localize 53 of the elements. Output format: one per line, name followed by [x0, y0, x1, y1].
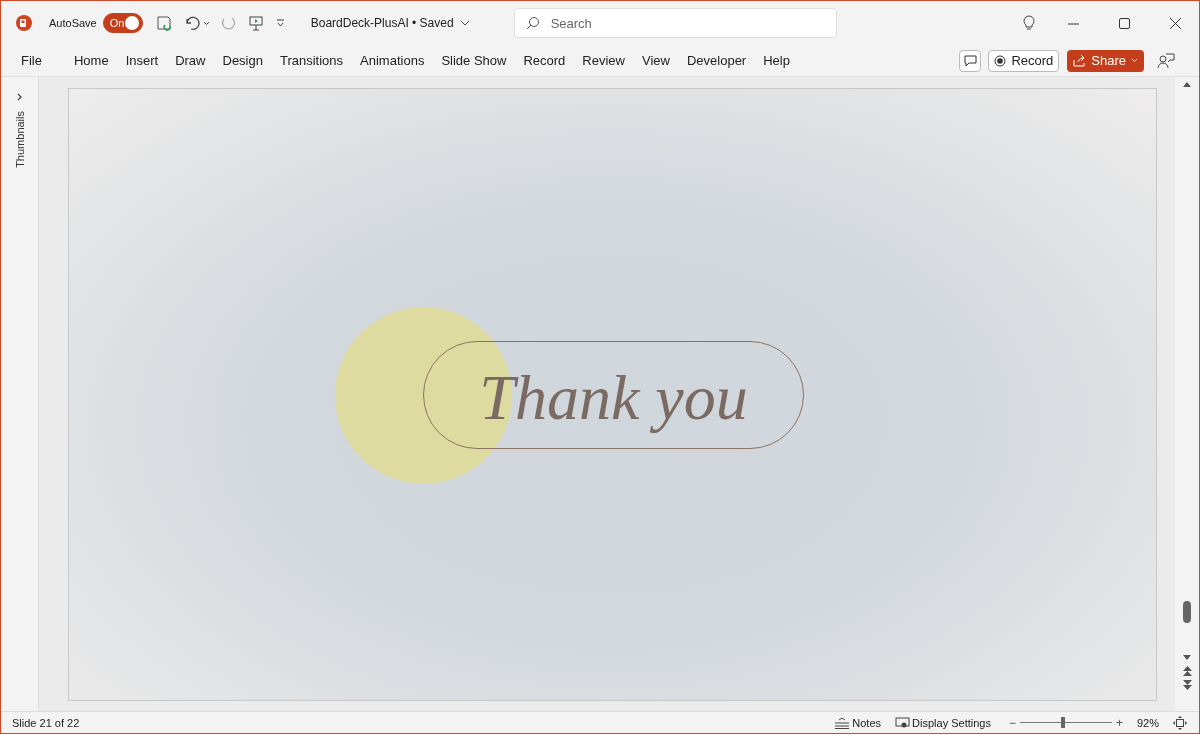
scroll-down-icon[interactable] [1183, 655, 1191, 661]
record-icon [994, 54, 1007, 67]
scroll-up-icon[interactable] [1183, 81, 1191, 87]
autosave-toggle[interactable]: On [102, 13, 143, 33]
autosave-label: AutoSave [49, 17, 97, 29]
customize-icon[interactable] [275, 19, 285, 27]
ribbon-tab[interactable]: Draw [167, 47, 214, 74]
zoom-slider-thumb[interactable] [1061, 717, 1066, 728]
display-icon [895, 716, 911, 729]
ribbon-tab[interactable]: Help [755, 47, 798, 74]
ribbon-tab[interactable]: Developer [678, 47, 755, 74]
slide-counter: Slide 21 of 22 [12, 716, 80, 729]
scrollbar-thumb[interactable] [1183, 601, 1191, 623]
caret-icon[interactable] [459, 20, 470, 26]
notes-icon [834, 716, 851, 729]
zoom-in-button[interactable]: + [1115, 715, 1123, 730]
ribbon-tab[interactable]: Insert [117, 47, 167, 74]
undo-icon[interactable] [183, 15, 200, 31]
expand-icon[interactable] [16, 93, 23, 101]
ribbon-tab[interactable]: File [13, 47, 50, 74]
zoom-out-button[interactable]: − [1008, 715, 1016, 730]
thumbnails-label[interactable]: Thumbnails [13, 111, 26, 168]
ribbon-tab[interactable]: Record [515, 47, 574, 74]
document-title[interactable]: BoardDeck-PlusAI • Saved [310, 16, 470, 30]
ribbon-tab[interactable]: Home [65, 47, 117, 74]
caret-icon[interactable] [202, 20, 210, 26]
notes-button[interactable]: Notes [834, 716, 882, 729]
next-slide-icon[interactable] [1182, 680, 1192, 691]
maximize-icon[interactable] [1119, 17, 1130, 29]
ribbon-tab[interactable]: Design [214, 47, 271, 74]
save-icon[interactable] [155, 15, 172, 31]
search-field[interactable]: Search [513, 8, 837, 38]
share-button[interactable]: Share [1067, 49, 1144, 72]
ribbon-tab[interactable]: Transitions [271, 47, 352, 74]
previous-slide-icon[interactable] [1182, 665, 1192, 676]
comments-button[interactable] [959, 49, 982, 72]
lightbulb-icon[interactable] [1023, 15, 1035, 31]
close-icon[interactable] [1170, 17, 1181, 29]
ribbon-tab[interactable]: View [634, 47, 678, 74]
slide-title: Thank you [479, 361, 748, 435]
share-icon [1073, 54, 1087, 67]
comment-icon [963, 54, 977, 67]
ribbon-tab[interactable]: Review [574, 47, 633, 74]
app-logo-icon [15, 14, 33, 32]
coauthor-icon[interactable] [1157, 52, 1175, 69]
ribbon-tab[interactable]: Animations [352, 47, 433, 74]
presenter-icon[interactable] [247, 15, 264, 31]
caret-icon [1131, 58, 1138, 63]
ribbon-tab[interactable]: Slide Show [433, 47, 515, 74]
zoom-level[interactable]: 92% [1136, 716, 1159, 729]
record-button[interactable]: Record [988, 49, 1060, 72]
fit-slide-icon[interactable] [1173, 715, 1187, 730]
display-settings-button[interactable]: Display Settings [895, 716, 991, 729]
